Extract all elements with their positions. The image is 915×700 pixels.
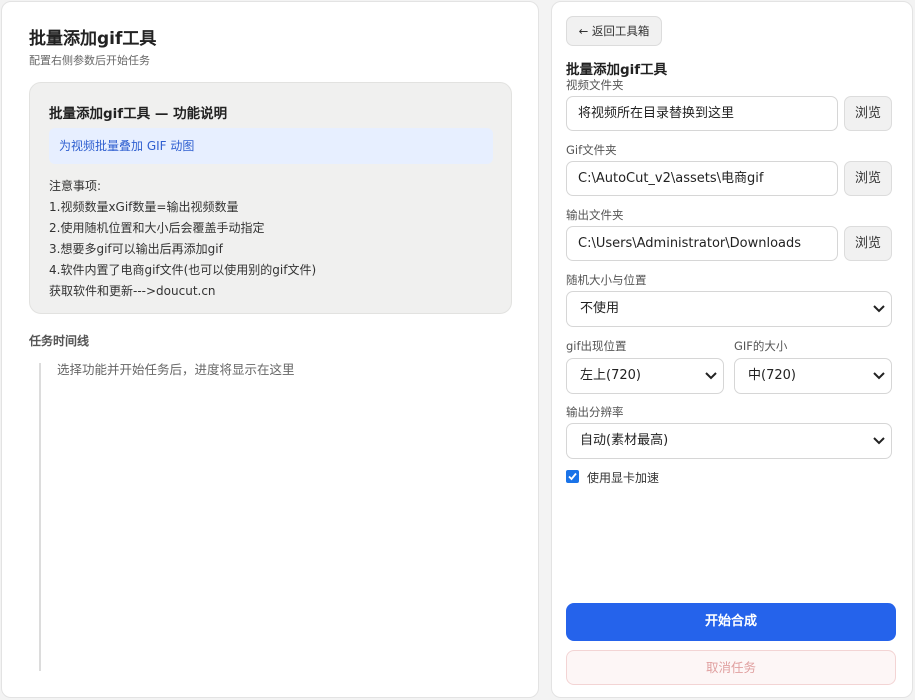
gif-size-select-value: 中(720) xyxy=(748,368,796,383)
start-compose-button[interactable]: 开始合成 xyxy=(566,603,896,641)
gif-folder-browse-button[interactable]: 浏览 xyxy=(844,161,892,196)
output-folder-label: 输出文件夹 xyxy=(566,208,624,222)
note-line: 获取软件和更新--->doucut.cn xyxy=(49,284,216,298)
output-folder-browse-button[interactable]: 浏览 xyxy=(844,226,892,261)
gif-size-label: GIF的大小 xyxy=(734,339,788,353)
random-label: 随机大小与位置 xyxy=(566,273,647,287)
page-title: 批量添加gif工具 xyxy=(29,29,157,49)
info-card-title: 批量添加gif工具 — 功能说明 xyxy=(49,106,228,122)
gif-position-label: gif出现位置 xyxy=(566,339,627,353)
note-line: 注意事项: xyxy=(49,179,102,193)
video-folder-input[interactable]: 将视频所在目录替换到这里 xyxy=(566,96,838,131)
cancel-task-button[interactable]: 取消任务 xyxy=(566,650,896,685)
info-highlight: 为视频批量叠加 GIF 动图 xyxy=(49,128,493,164)
settings-panel: ← 返回工具箱 批量添加gif工具 视频文件夹 将视频所在目录替换到这里 浏览 … xyxy=(551,1,913,698)
feature-info-card: 批量添加gif工具 — 功能说明 为视频批量叠加 GIF 动图 注意事项: 1.… xyxy=(29,82,512,314)
timeline-heading: 任务时间线 xyxy=(29,334,90,348)
timeline-empty-text: 选择功能并开始任务后，进度将显示在这里 xyxy=(57,362,295,377)
note-line: 2.使用随机位置和大小后会覆盖手动指定 xyxy=(49,221,265,235)
tool-title: 批量添加gif工具 xyxy=(566,62,668,78)
gpu-acceleration-checkbox[interactable] xyxy=(566,470,579,483)
notes-list: 注意事项: 1.视频数量xGif数量=输出视频数量 2.使用随机位置和大小后会覆… xyxy=(49,176,316,302)
output-folder-input[interactable]: C:\Users\Administrator\Downloads xyxy=(566,226,838,261)
video-folder-label: 视频文件夹 xyxy=(566,78,624,92)
gif-size-select[interactable]: 中(720) xyxy=(734,358,892,394)
page-subtitle: 配置右侧参数后开始任务 xyxy=(29,54,150,67)
chevron-down-icon xyxy=(873,305,885,313)
video-folder-browse-button[interactable]: 浏览 xyxy=(844,96,892,131)
gif-position-select-value: 左上(720) xyxy=(580,368,641,383)
note-line: 4.软件内置了电商gif文件(也可以使用别的gif文件) xyxy=(49,263,317,277)
back-to-toolbox-button[interactable]: ← 返回工具箱 xyxy=(566,16,662,46)
gif-position-select[interactable]: 左上(720) xyxy=(566,358,724,394)
note-line: 1.视频数量xGif数量=输出视频数量 xyxy=(49,200,239,214)
gif-folder-input[interactable]: C:\AutoCut_v2\assets\电商gif xyxy=(566,161,838,196)
chevron-down-icon xyxy=(873,372,885,380)
random-select-value: 不使用 xyxy=(580,301,620,316)
gif-folder-label: Gif文件夹 xyxy=(566,143,617,157)
chevron-down-icon xyxy=(705,372,717,380)
resolution-label: 输出分辨率 xyxy=(566,405,624,419)
resolution-select[interactable]: 自动(素材最高) xyxy=(566,423,892,459)
task-panel: 批量添加gif工具 配置右侧参数后开始任务 批量添加gif工具 — 功能说明 为… xyxy=(1,1,539,698)
timeline-line xyxy=(39,363,41,671)
random-select[interactable]: 不使用 xyxy=(566,291,892,327)
resolution-select-value: 自动(素材最高) xyxy=(580,433,669,448)
note-line: 3.想要多gif可以输出后再添加gif xyxy=(49,242,223,256)
checkmark-icon xyxy=(568,472,577,481)
gpu-acceleration-label: 使用显卡加速 xyxy=(587,471,660,485)
chevron-down-icon xyxy=(873,437,885,445)
